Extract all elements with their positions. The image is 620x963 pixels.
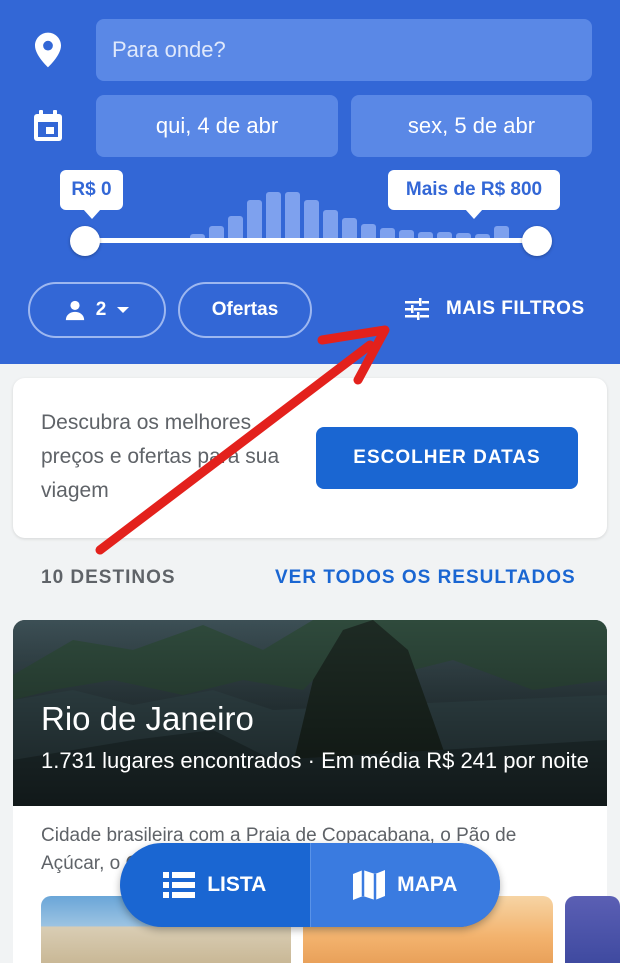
more-filters-label: MAIS FILTROS xyxy=(446,298,585,319)
view-toggle: LISTA MAPA xyxy=(120,843,500,927)
promo-text: Descubra os melhores preços e ofertas pa… xyxy=(41,411,280,502)
histogram-bar xyxy=(266,192,281,240)
destination-input[interactable] xyxy=(96,19,592,81)
person-icon xyxy=(65,300,84,321)
checkin-date-field[interactable]: qui, 4 de abr xyxy=(96,95,338,157)
checkin-date-label: qui, 4 de abr xyxy=(155,113,279,138)
location-pin-icon xyxy=(28,30,68,70)
histogram-bar xyxy=(247,200,262,240)
destination-summary: 1.731 lugares encontrados · Em média R$ … xyxy=(41,748,589,773)
price-min-handle[interactable] xyxy=(70,226,100,256)
results-count: 10 DESTINOS xyxy=(41,567,176,588)
list-icon xyxy=(163,872,196,898)
guests-selector[interactable]: 2 xyxy=(28,282,166,338)
destination-hero-image[interactable]: Rio de Janeiro 1.731 lugares encontrados… xyxy=(13,620,607,806)
search-header: qui, 4 de abr sex, 5 de abr R$ 0 Mais de… xyxy=(0,0,620,364)
tune-icon xyxy=(405,298,429,320)
price-histogram xyxy=(190,190,509,240)
histogram-bar xyxy=(285,192,300,240)
choose-dates-label: ESCOLHER DATAS xyxy=(353,447,541,468)
price-max-handle[interactable] xyxy=(522,226,552,256)
price-min-label: R$ 0 xyxy=(71,179,112,200)
offers-filter[interactable]: Ofertas xyxy=(178,282,312,338)
more-filters-button[interactable]: MAIS FILTROS xyxy=(404,290,585,328)
choose-dates-button[interactable]: ESCOLHER DATAS xyxy=(316,427,578,489)
guests-count: 2 xyxy=(95,299,107,320)
checkout-date-field[interactable]: sex, 5 de abr xyxy=(351,95,592,157)
histogram-bar xyxy=(228,216,243,240)
list-view-label: LISTA xyxy=(207,873,267,896)
map-icon xyxy=(353,870,386,900)
list-view-button[interactable]: LISTA xyxy=(120,843,310,927)
histogram-bar xyxy=(323,210,338,240)
chevron-down-icon xyxy=(117,307,130,313)
calendar-icon xyxy=(28,106,68,146)
price-range-track[interactable] xyxy=(84,238,538,243)
histogram-bar xyxy=(304,200,319,240)
checkout-date-label: sex, 5 de abr xyxy=(407,113,536,138)
destination-name: Rio de Janeiro xyxy=(41,700,254,737)
map-view-button[interactable]: MAPA xyxy=(309,843,500,927)
promo-card: Descubra os melhores preços e ofertas pa… xyxy=(13,378,607,538)
destination-photo[interactable] xyxy=(565,896,620,963)
histogram-bar xyxy=(342,218,357,240)
offers-label: Ofertas xyxy=(211,299,279,320)
price-min-bubble: R$ 0 xyxy=(60,170,123,219)
map-view-label: MAPA xyxy=(397,873,458,896)
see-all-results-link[interactable]: VER TODOS OS RESULTADOS xyxy=(275,567,576,589)
